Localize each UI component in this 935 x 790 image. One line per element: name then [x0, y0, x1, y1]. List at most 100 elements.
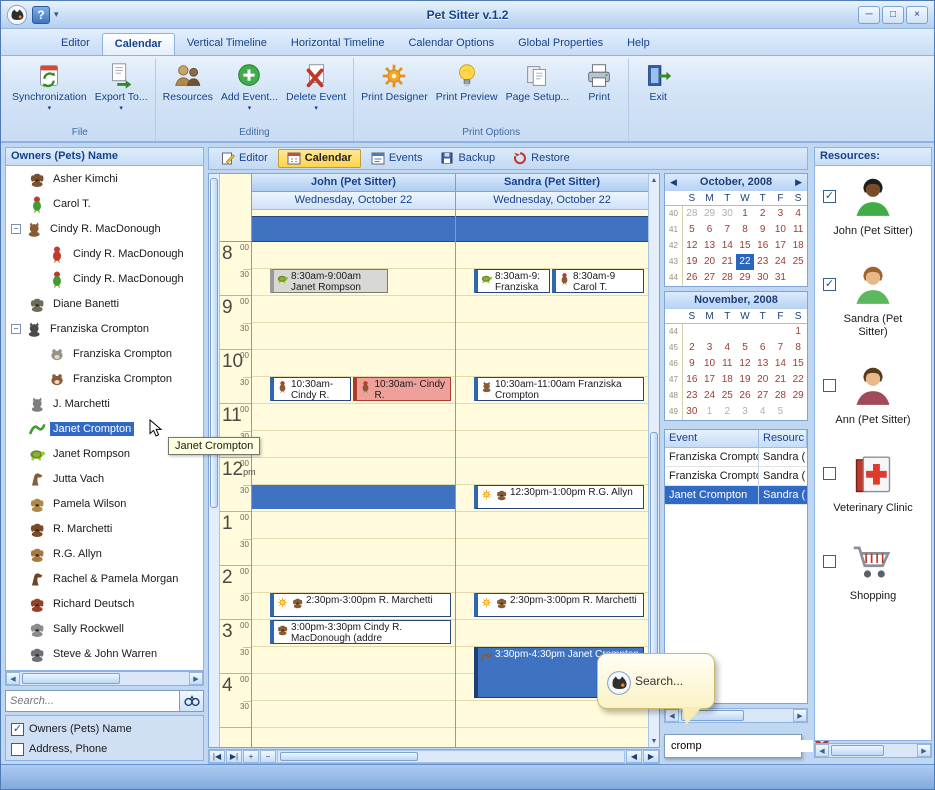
calendar-day[interactable]: 4 — [789, 206, 807, 222]
owner-item[interactable]: Rachel & Pamela Morgan — [6, 566, 203, 591]
owner-item[interactable]: Diane Banetti — [6, 291, 203, 316]
calendar-day[interactable]: 9 — [683, 356, 701, 372]
menu-tab-calendar[interactable]: Calendar — [102, 33, 175, 55]
event-search-input[interactable] — [671, 740, 813, 752]
add-event-button[interactable]: Add Event... ▾ — [217, 58, 282, 116]
scroll-left-icon[interactable]: ◀ — [6, 672, 20, 685]
resource-checkbox[interactable]: ✓ — [823, 190, 836, 203]
calendar-day[interactable]: 25 — [789, 254, 807, 270]
calendar-day[interactable]: 10 — [772, 222, 790, 238]
calendar-day[interactable]: 14 — [772, 356, 790, 372]
mini-calendar-november[interactable]: November, 2008SMTWTFS4414523456784691011… — [664, 291, 808, 421]
calendar-day[interactable]: 28 — [772, 388, 790, 404]
allday-area[interactable] — [252, 216, 455, 242]
owner-item[interactable]: R. Marchetti — [6, 516, 203, 541]
calendar-day[interactable]: 15 — [736, 238, 754, 254]
calendar-day[interactable]: 8 — [736, 222, 754, 238]
maximize-button[interactable]: □ — [882, 6, 904, 24]
minimize-button[interactable]: ─ — [858, 6, 880, 24]
allday-area[interactable] — [456, 216, 648, 242]
calendar-day[interactable]: 7 — [772, 340, 790, 356]
delete-event-button[interactable]: Delete Event ▾ — [282, 58, 350, 116]
calendar-day[interactable]: 6 — [701, 222, 719, 238]
calendar-day[interactable]: 20 — [754, 372, 772, 388]
resources-button[interactable]: Resources — [159, 58, 217, 105]
owner-item[interactable]: Richard Deutsch — [6, 591, 203, 616]
calendar-day[interactable]: 22 — [736, 254, 754, 270]
calendar-day[interactable]: 28 — [683, 206, 701, 222]
view-tab-restore[interactable]: Restore — [505, 150, 578, 167]
close-button[interactable]: × — [906, 6, 928, 24]
calendar-day[interactable]: 11 — [789, 222, 807, 238]
binoculars-search-icon[interactable] — [180, 690, 204, 712]
calendar-day[interactable]: 30 — [754, 270, 772, 286]
calendar-day[interactable]: 23 — [754, 254, 772, 270]
print-button[interactable]: Print — [573, 58, 625, 105]
export-to-button[interactable]: Export To... ▾ — [91, 58, 152, 116]
resource-item[interactable]: Veterinary Clinic — [815, 453, 931, 515]
event-table-row[interactable]: Franziska CromptonSandra ( — [665, 448, 807, 467]
scrollbar-thumb[interactable] — [280, 752, 418, 761]
scheduler-column-john[interactable]: John (Pet Sitter)Wednesday, October 228:… — [252, 174, 455, 747]
calendar-day[interactable]: 16 — [754, 238, 772, 254]
calendar-day[interactable]: 5 — [772, 404, 790, 420]
event-table-row[interactable]: Franziska CromptonSandra ( — [665, 467, 807, 486]
print-designer-button[interactable]: Print Designer — [357, 58, 432, 105]
calendar-day[interactable]: 6 — [754, 340, 772, 356]
exit-button[interactable]: Exit — [632, 58, 684, 105]
scroll-right-icon[interactable]: ▶ — [189, 672, 203, 685]
owner-item[interactable]: Cindy R. MacDonough — [6, 266, 203, 291]
scroll-right-icon[interactable]: ▶ — [793, 709, 807, 722]
calendar-day[interactable]: 5 — [683, 222, 701, 238]
calendar-day[interactable]: 19 — [736, 372, 754, 388]
owners-tree[interactable]: Asher KimchiCarol T.−Cindy R. MacDonough… — [5, 166, 204, 671]
event[interactable]: 8:30am-9: Franziska — [474, 269, 550, 293]
calendar-day[interactable]: 13 — [701, 238, 719, 254]
scroll-left-icon[interactable]: ◀ — [665, 709, 679, 722]
resource-checkbox[interactable]: ✓ — [823, 278, 836, 291]
calendar-day[interactable]: 1 — [789, 324, 807, 340]
calendar-day[interactable]: 21 — [718, 254, 736, 270]
calendar-day[interactable]: 5 — [736, 340, 754, 356]
view-tab-backup[interactable]: Backup — [432, 150, 503, 167]
next-month-icon[interactable]: ▶ — [795, 174, 802, 190]
first-page-button[interactable]: |◀ — [209, 750, 225, 763]
event[interactable]: 12:30pm-1:00pm R.G. Allyn — [474, 485, 644, 509]
calendar-day[interactable]: 28 — [718, 270, 736, 286]
owner-item[interactable]: Franziska Crompton — [6, 366, 203, 391]
owner-item[interactable]: J. Marchetti — [6, 391, 203, 416]
event[interactable]: 10:30am- Cindy R. — [353, 377, 451, 401]
scrollbar-track[interactable] — [829, 744, 917, 757]
calendar-day[interactable]: 18 — [718, 372, 736, 388]
resource-header[interactable]: John (Pet Sitter) — [252, 174, 455, 192]
calendar-day[interactable]: 2 — [683, 340, 701, 356]
resource-checkbox[interactable] — [823, 467, 836, 480]
scrollbar-thumb[interactable] — [650, 432, 658, 661]
calendar-day[interactable]: 13 — [754, 356, 772, 372]
calendar-day[interactable]: 31 — [772, 270, 790, 286]
calendar-day[interactable]: 1 — [701, 404, 719, 420]
menu-tab-global-properties[interactable]: Global Properties — [506, 33, 615, 55]
collapse-toggle-icon[interactable]: − — [11, 224, 21, 234]
calendar-day[interactable]: 22 — [789, 372, 807, 388]
owner-item[interactable]: R.G. Allyn — [6, 541, 203, 566]
owner-item[interactable]: Cindy R. MacDonough — [6, 241, 203, 266]
search-balloon[interactable]: Search... — [597, 653, 715, 709]
owner-item[interactable]: Carol T. — [6, 191, 203, 216]
scrollbar-thumb[interactable] — [831, 745, 884, 756]
calendar-day[interactable]: 17 — [701, 372, 719, 388]
calendar-day[interactable]: 2 — [718, 404, 736, 420]
filter-checkbox[interactable] — [11, 743, 24, 756]
calendar-day[interactable]: 29 — [736, 270, 754, 286]
calendar-day[interactable]: 4 — [754, 404, 772, 420]
scroll-left-icon[interactable]: ◀ — [626, 750, 642, 763]
calendar-day[interactable]: 12 — [736, 356, 754, 372]
view-tab-calendar[interactable]: Calendar — [278, 149, 361, 168]
prev-month-icon[interactable]: ◀ — [670, 174, 677, 190]
column-header-event[interactable]: Event — [665, 430, 759, 448]
calendar-day[interactable]: 24 — [772, 254, 790, 270]
calendar-day[interactable]: 19 — [683, 254, 701, 270]
owner-item[interactable]: Franziska Crompton — [6, 341, 203, 366]
calendar-day[interactable]: 20 — [701, 254, 719, 270]
calendar-day[interactable]: 18 — [789, 238, 807, 254]
